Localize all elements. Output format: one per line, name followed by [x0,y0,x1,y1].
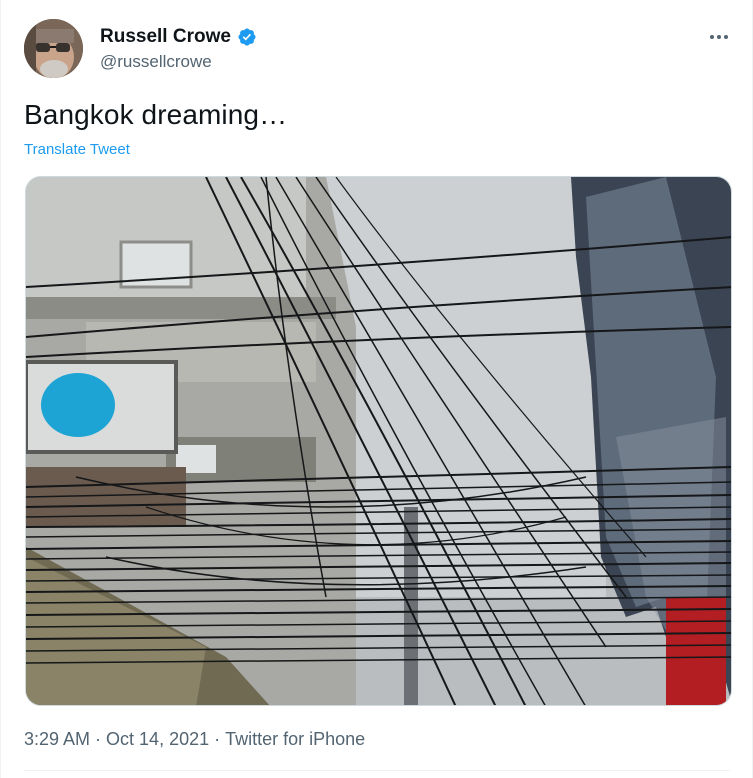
tweet-photo[interactable] [25,176,732,706]
more-horizontal-icon [710,35,728,39]
tweet-container: Russell Crowe @russellcrowe Bangkok drea… [0,0,753,778]
author-display-name[interactable]: Russell Crowe [100,26,231,48]
meta-separator: · [214,729,221,749]
avatar[interactable] [24,19,83,78]
author-name-row[interactable]: Russell Crowe [100,26,257,48]
tweet-source[interactable]: Twitter for iPhone [225,729,365,750]
meta-separator: · [95,729,102,749]
verified-badge-icon [237,27,257,47]
photo-image [26,177,731,705]
translate-tweet-link[interactable]: Translate Tweet [24,141,130,158]
tweet-metadata: 3:29 AM · Oct 14, 2021 · Twitter for iPh… [24,729,365,750]
tweet-text: Bangkok dreaming… [24,99,288,130]
author-handle[interactable]: @russellcrowe [100,52,212,72]
tweet-time[interactable]: 3:29 AM [24,729,90,750]
divider [24,770,730,771]
tweet-date[interactable]: Oct 14, 2021 [106,729,209,750]
more-options-button[interactable] [706,28,732,46]
